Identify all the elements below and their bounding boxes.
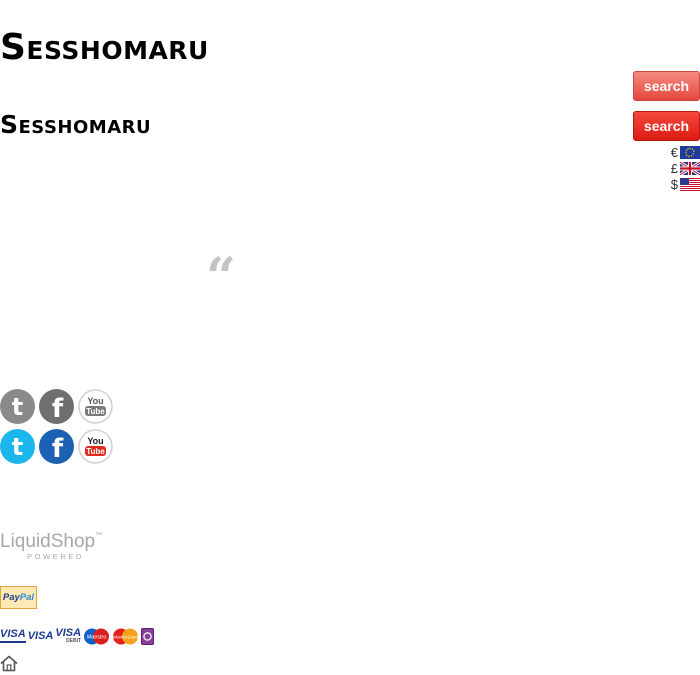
youtube-icon-line1: You	[87, 436, 103, 446]
home-icon[interactable]	[0, 655, 18, 672]
currency-symbol: £	[670, 161, 678, 176]
mastercard-icon: MasterCard	[113, 628, 138, 644]
social-icons-inactive: t f You Tube	[0, 389, 113, 424]
currency-euro[interactable]: €	[669, 145, 700, 160]
svg-text:MasterCard: MasterCard	[113, 634, 138, 640]
currency-symbol: €	[670, 145, 678, 160]
uk-flag-icon	[680, 162, 700, 175]
us-flag-icon	[680, 178, 700, 191]
facebook-icon[interactable]: f	[39, 429, 74, 464]
quote-mark: “	[206, 247, 236, 308]
payment-cards: VISA VISA VISA DEBIT Maestro MasterCard	[0, 626, 155, 646]
eu-flag-icon	[680, 146, 700, 159]
youtube-icon-line2: Tube	[86, 407, 105, 416]
svg-text:Maestro: Maestro	[87, 634, 107, 640]
visa-card-icon: VISA	[0, 628, 26, 645]
liquidshop-powered-logo[interactable]: LiquidShop™ POWERED	[0, 532, 102, 561]
youtube-icon-line2: Tube	[86, 447, 105, 456]
youtube-icon-line1: You	[87, 396, 103, 406]
currency-pound[interactable]: £	[669, 161, 700, 176]
facebook-icon-label: f	[52, 434, 64, 464]
visa-electron-icon: VISA	[27, 629, 54, 642]
currency-dollar[interactable]: $	[669, 177, 700, 192]
twitter-icon[interactable]: t	[0, 429, 35, 464]
twitter-icon-label: t	[12, 433, 23, 461]
twitter-icon[interactable]: t	[0, 389, 35, 424]
facebook-icon[interactable]: f	[39, 389, 74, 424]
ukash-icon	[141, 627, 155, 645]
twitter-icon-label: t	[12, 393, 23, 421]
site-logo[interactable]: Sesshomaru	[0, 30, 209, 66]
maestro-icon: Maestro	[84, 628, 110, 644]
youtube-icon[interactable]: You Tube	[78, 389, 113, 424]
facebook-icon-label: f	[52, 394, 64, 424]
site-logo-small[interactable]: Sesshomaru	[0, 112, 151, 137]
liquidshop-powered-label: POWERED	[27, 552, 84, 561]
currency-symbol: $	[670, 177, 678, 192]
social-icons: t f You Tube	[0, 429, 113, 464]
search-button[interactable]: search	[633, 111, 700, 141]
visa-debit-icon: VISA DEBIT	[55, 627, 82, 644]
paypal-logo: Pay Pal	[0, 586, 37, 609]
youtube-icon[interactable]: You Tube	[78, 429, 113, 464]
liquidshop-brand: LiquidShop™	[0, 531, 103, 552]
search-button-hover[interactable]: search	[633, 71, 700, 101]
